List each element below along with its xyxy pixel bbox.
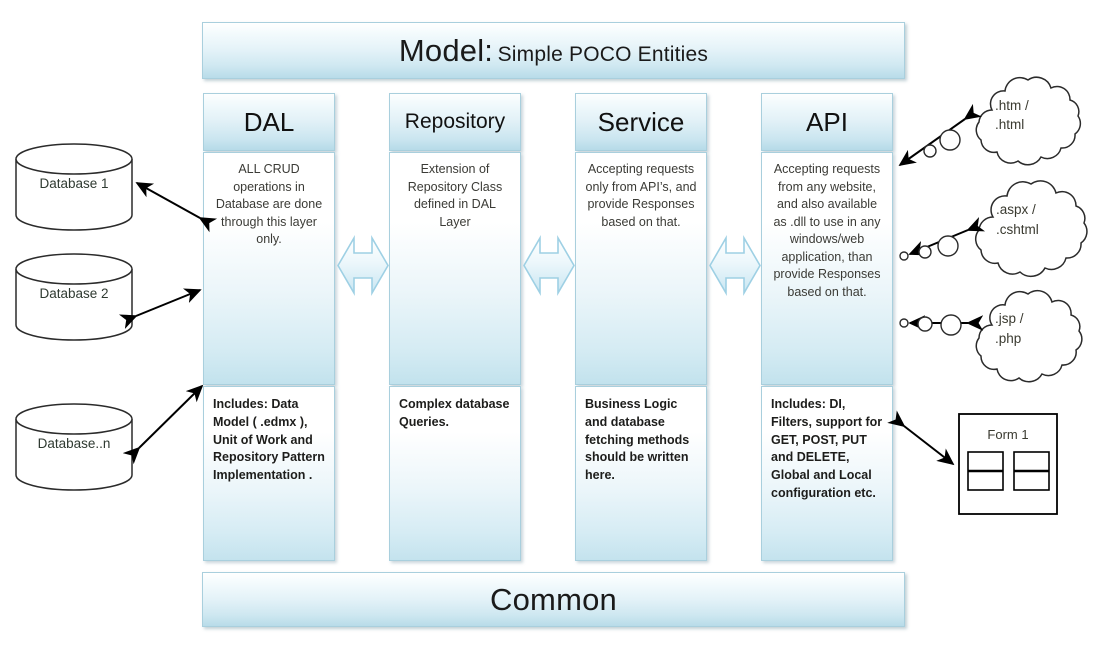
column-title-api: API: [806, 106, 848, 137]
common-banner-text: Common: [490, 582, 617, 618]
form-1[interactable]: Form 1: [958, 413, 1058, 515]
arrow-api-cloud-jsp: [899, 314, 984, 336]
cloud-aspx-line2: .cshtml: [996, 222, 1039, 237]
common-banner: Common: [202, 572, 905, 627]
connector-service-api: [708, 228, 762, 303]
model-banner: Model: Simple POCO Entities: [202, 22, 905, 79]
column-includes-text-repository: Complex database Queries.: [399, 397, 510, 429]
column-includes-api: Includes: DI, Filters, support for GET, …: [761, 386, 893, 561]
cloud-jsp: .jsp / .php: [965, 285, 1090, 390]
column-description-service: Accepting requests only from API’s, and …: [585, 162, 697, 229]
column-title-dal: DAL: [243, 106, 295, 137]
column-includes-text-service: Business Logic and database fetching met…: [585, 397, 690, 482]
column-header-api[interactable]: API: [761, 93, 893, 151]
column-description-dal: ALL CRUD operations in Database are done…: [215, 162, 323, 246]
arrow-db2-dal: [118, 288, 202, 329]
model-banner-primary: Model:: [398, 32, 494, 68]
database-1: Database 1: [14, 143, 134, 231]
arrow-api-cloud-aspx: [899, 216, 986, 261]
database-n-label: Database..n: [37, 436, 111, 451]
cloud-jsp-line1: .jsp /: [995, 311, 1024, 326]
column-includes-dal: Includes: Data Model ( .edmx ), Unit of …: [203, 386, 335, 561]
arrow-api-cloud-html: [898, 103, 982, 167]
database-2-label: Database 2: [39, 286, 109, 301]
model-banner-secondary: Simple POCO Entities: [497, 42, 709, 66]
cloud-html: .htm / .html: [965, 72, 1090, 172]
column-description-api: Accepting requests from any website, and…: [773, 162, 881, 299]
connector-repository-service: [522, 228, 576, 303]
column-header-repository[interactable]: Repository: [389, 93, 521, 151]
column-header-dal[interactable]: DAL: [203, 93, 335, 151]
column-includes-text-api: Includes: DI, Filters, support for GET, …: [771, 397, 883, 500]
cloud-aspx-line1: .aspx /: [996, 202, 1036, 217]
arrow-db1-dal: [135, 182, 218, 233]
column-body-api: Accepting requests from any website, and…: [761, 152, 893, 385]
form-1-label: Form 1: [987, 427, 1029, 442]
arrow-dbn-dal: [122, 384, 204, 465]
model-banner-text: Model: Simple POCO Entities: [399, 33, 708, 69]
column-title-service: Service: [597, 106, 685, 137]
column-body-dal: ALL CRUD operations in Database are done…: [203, 152, 335, 385]
cloud-jsp-line2: .php: [995, 331, 1022, 346]
column-title-repository: Repository: [404, 110, 506, 133]
column-description-repository: Extension of Repository Class defined in…: [407, 162, 503, 229]
column-header-service[interactable]: Service: [575, 93, 707, 151]
common-banner-label: Common: [490, 581, 617, 617]
cloud-html-line1: .htm /: [995, 98, 1029, 113]
column-body-repository: Extension of Repository Class defined in…: [389, 152, 521, 385]
database-2: Database 2: [14, 253, 134, 341]
database-1-label: Database 1: [39, 176, 109, 191]
diagram-canvas: Model: Simple POCO Entities DAL ALL CRUD…: [0, 0, 1100, 648]
column-body-service: Accepting requests only from API’s, and …: [575, 152, 707, 385]
column-includes-text-dal: Includes: Data Model ( .edmx ), Unit of …: [213, 397, 325, 482]
arrow-api-form: [887, 410, 955, 466]
connector-dal-repository: [336, 228, 390, 303]
column-includes-repository: Complex database Queries.: [389, 386, 521, 561]
cloud-html-line2: .html: [995, 117, 1025, 132]
column-includes-service: Business Logic and database fetching met…: [575, 386, 707, 561]
database-n: Database..n: [14, 403, 134, 491]
cloud-aspx: .aspx / .cshtml: [965, 175, 1095, 285]
